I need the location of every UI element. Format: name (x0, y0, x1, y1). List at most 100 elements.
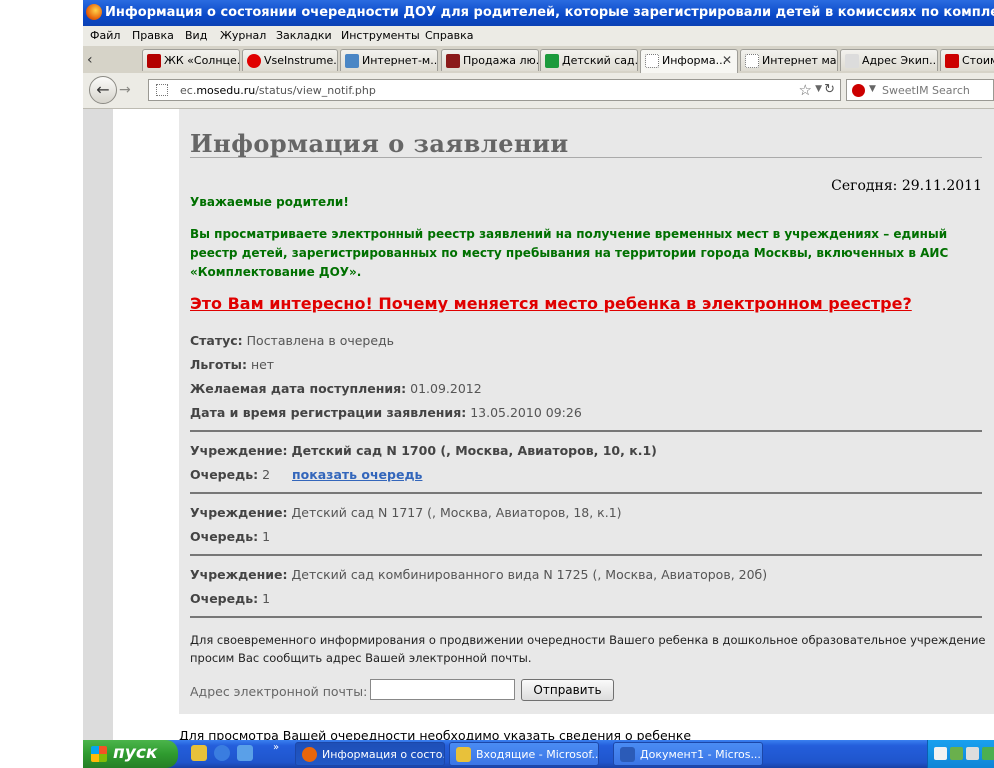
tab-internet-m[interactable]: Интернет-м... (340, 49, 438, 71)
desired-date-label: Желаемая дата поступления: (190, 381, 407, 396)
volume-tray-icon[interactable] (966, 747, 979, 760)
tab-stoim[interactable]: Стоим (940, 49, 994, 71)
tab-label: Стоим (962, 54, 994, 67)
queue-row: Очередь: 1 (190, 529, 270, 544)
benefits-value: нет (250, 357, 275, 372)
menu-file[interactable]: Файл (90, 29, 120, 42)
desktop-background (0, 0, 83, 768)
desired-date-row: Желаемая дата поступления: 01.09.2012 (190, 381, 482, 396)
taskbar-firefox-button[interactable]: Информация о состо... (295, 742, 445, 766)
tab-adres[interactable]: Адрес Экип... (840, 49, 938, 71)
bookmark-star-icon[interactable]: ☆ (799, 81, 812, 99)
tab-label: Интернет ма... (762, 54, 837, 67)
section-divider (190, 554, 982, 556)
tab-label: Детский сад... (562, 54, 638, 67)
security-tray-icon[interactable] (982, 747, 994, 760)
menu-help[interactable]: Справка (425, 29, 473, 42)
benefits-label: Льготы: (190, 357, 247, 372)
word-icon (620, 747, 635, 762)
menu-bar: Файл Правка Вид Журнал Закладки Инструме… (83, 26, 994, 46)
mail-tray-icon[interactable] (934, 747, 947, 760)
promo-link[interactable]: Это Вам интересно! Почему меняется место… (190, 294, 912, 313)
quicklaunch-more-icon[interactable]: » (273, 742, 279, 753)
search-placeholder: SweetIM Search (882, 84, 970, 97)
email-input[interactable] (370, 679, 515, 700)
queue-row: Очередь: 1 (190, 591, 270, 606)
tab-close-icon[interactable]: ✕ (722, 53, 732, 67)
tab-detsky-sad[interactable]: Детский сад... (540, 49, 638, 71)
page-content: Информация о заявлении Сегодня: 29.11.20… (83, 109, 994, 740)
child-info-prompt: Для просмотра Вашей очередности необходи… (179, 728, 692, 740)
menu-history[interactable]: Журнал (220, 29, 266, 42)
firefox-icon (86, 4, 102, 20)
institution-label: Учреждение: (190, 567, 288, 582)
tab-label: Интернет-м... (362, 54, 438, 67)
back-button[interactable]: ← (89, 76, 117, 104)
start-button[interactable]: пуск (83, 740, 178, 768)
tab-label: VseInstrume... (264, 54, 338, 67)
taskbar-button-label: Документ1 - Micros... (640, 748, 761, 761)
back-arrow-icon: ← (96, 80, 110, 99)
taskbar-outlook-button[interactable]: Входящие - Microsof... (449, 742, 599, 766)
institution-row: Учреждение: Детский сад N 1717 (, Москва… (190, 505, 622, 520)
application-info-panel: Информация о заявлении Сегодня: 29.11.20… (179, 109, 994, 714)
send-button[interactable]: Отправить (521, 679, 614, 701)
tab-vseinstrumenti[interactable]: VseInstrume... (242, 49, 338, 71)
menu-edit[interactable]: Правка (132, 29, 174, 42)
reload-icon[interactable]: ↻ (824, 82, 835, 97)
menu-bookmarks[interactable]: Закладки (276, 29, 332, 42)
tab-favicon-icon (545, 54, 559, 68)
menu-view[interactable]: Вид (185, 29, 207, 42)
tab-favicon-icon (745, 54, 759, 68)
tab-bar: ‹ ЖК «Солнце... VseInstrume... Интернет-… (83, 46, 994, 74)
outlook-icon (456, 747, 471, 762)
queue-label: Очередь: (190, 529, 259, 544)
tab-favicon-icon (247, 54, 261, 68)
menu-tools[interactable]: Инструменты (341, 29, 420, 42)
site-identity-icon[interactable] (156, 84, 168, 96)
email-notice-text: Для своевременного информирования о прод… (190, 633, 986, 665)
institution-label: Учреждение: (190, 505, 288, 520)
show-queue-link[interactable]: показать очередь (292, 467, 422, 482)
system-tray (927, 740, 994, 768)
registration-date-value: 13.05.2010 09:26 (470, 405, 582, 420)
taskbar-word-button[interactable]: Документ1 - Micros... (613, 742, 763, 766)
status-row: Статус: Поставлена в очередь (190, 333, 394, 348)
taskbar-button-label: Входящие - Microsof... (476, 748, 599, 761)
institution-row: Учреждение: Детский сад комбинированного… (190, 567, 767, 582)
url-text[interactable]: ec.mosedu.ru/status/view_notif.php (180, 84, 376, 97)
navigation-bar: ← → ec.mosedu.ru/status/view_notif.php ☆… (83, 73, 994, 109)
start-label: пуск (113, 743, 158, 763)
search-engine-icon[interactable] (852, 84, 865, 97)
tab-scroll-left-icon[interactable]: ‹ (87, 52, 93, 68)
quicklaunch-ie-icon[interactable] (214, 745, 230, 761)
greeting-text: Уважаемые родители! (190, 195, 349, 209)
title-divider (190, 157, 982, 158)
tab-prodazha[interactable]: Продажа лю... (441, 49, 539, 71)
registration-date-row: Дата и время регистрации заявления: 13.0… (190, 405, 582, 420)
tab-favicon-icon (345, 54, 359, 68)
benefits-row: Льготы: нет (190, 357, 274, 372)
quicklaunch-outlook-icon[interactable] (191, 745, 207, 761)
network-tray-icon[interactable] (950, 747, 963, 760)
tab-informatsiya[interactable]: Информа... ✕ (640, 49, 738, 73)
search-dropdown-icon[interactable]: ▼ (869, 84, 876, 94)
institution-label: Учреждение: (190, 443, 288, 458)
registration-date-label: Дата и время регистрации заявления: (190, 405, 467, 420)
address-bar[interactable]: ec.mosedu.ru/status/view_notif.php ☆ ▼ ↻ (148, 79, 841, 101)
url-dropdown-icon[interactable]: ▼ (815, 84, 822, 94)
page-title: Информация о заявлении (190, 129, 569, 158)
intro-text: Вы просматриваете электронный реестр зая… (190, 227, 949, 279)
tab-favicon-icon (147, 54, 161, 68)
window-titlebar[interactable]: Информация о состоянии очередности ДОУ д… (83, 0, 994, 26)
tab-zhk[interactable]: ЖК «Солнце... (142, 49, 240, 71)
tab-favicon-icon (845, 54, 859, 68)
tab-label: Адрес Экип... (862, 54, 938, 67)
quicklaunch-desktop-icon[interactable] (237, 745, 253, 761)
queue-value: 1 (262, 529, 271, 544)
search-bar[interactable]: ▼ SweetIM Search (846, 79, 994, 101)
window-title: Информация о состоянии очередности ДОУ д… (105, 5, 994, 20)
windows-taskbar: пуск » Информация о состо... Входящие - … (83, 740, 994, 768)
tab-internet-ma[interactable]: Интернет ма... (740, 49, 838, 71)
forward-arrow-icon[interactable]: → (119, 82, 131, 98)
